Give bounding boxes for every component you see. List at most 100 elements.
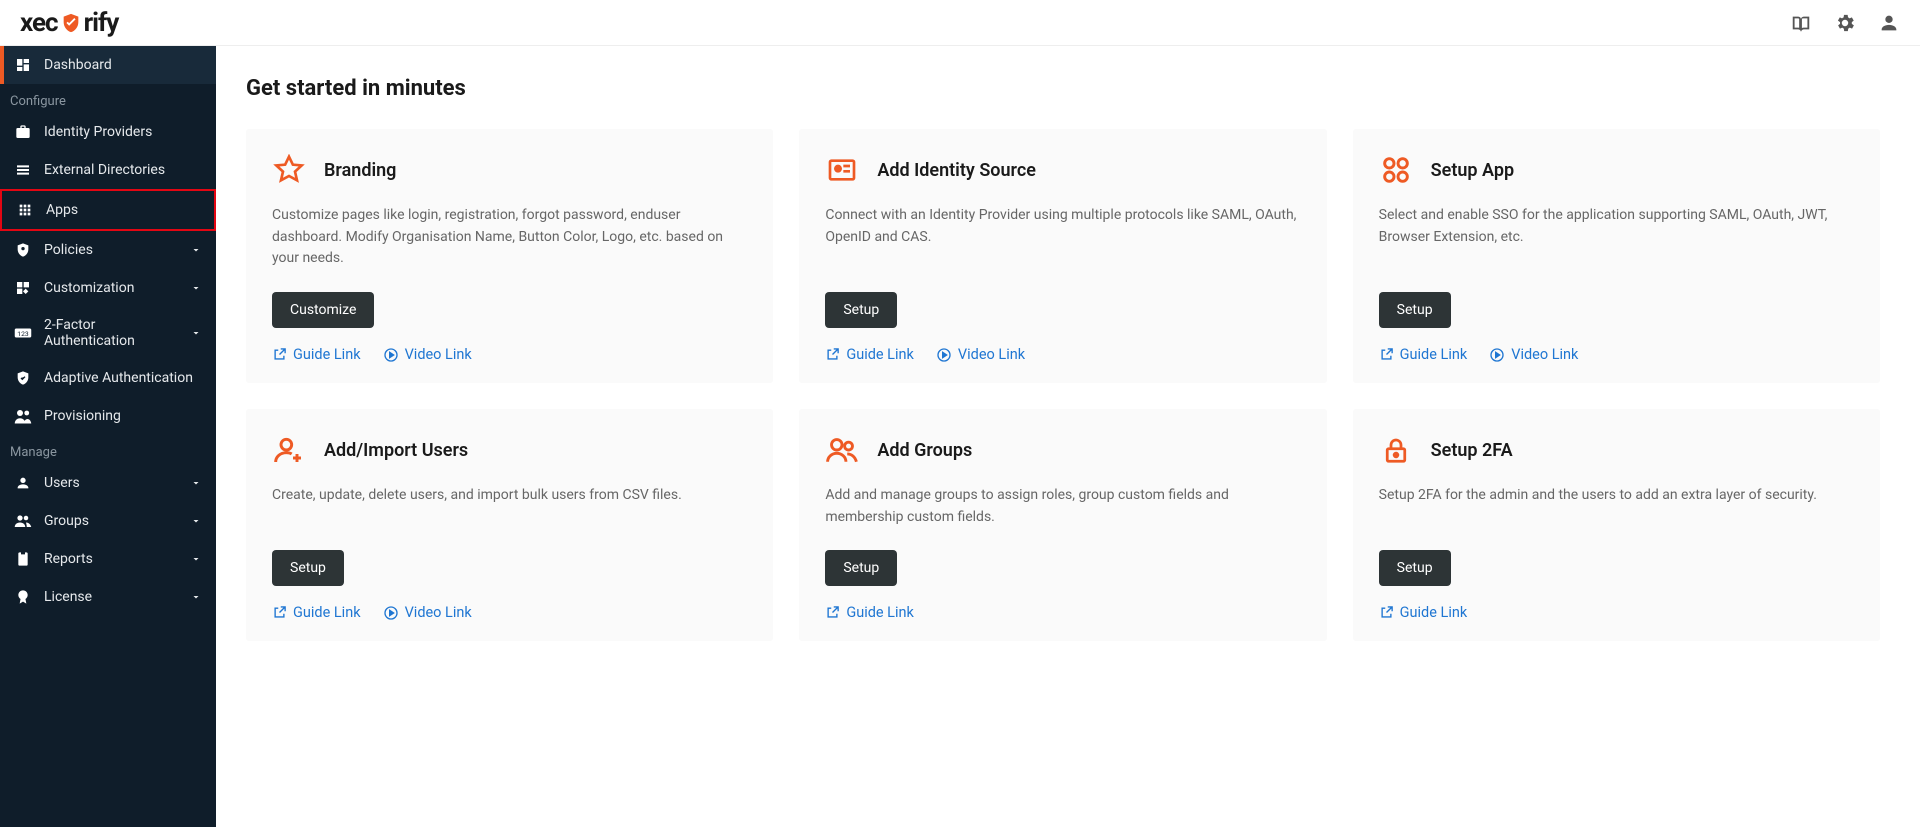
logo-part1: xec bbox=[20, 8, 58, 38]
card-desc: Setup 2FA for the admin and the users to… bbox=[1379, 485, 1854, 528]
card-identity-source: Add Identity Source Connect with an Iden… bbox=[799, 129, 1326, 383]
card-title: Setup App bbox=[1431, 160, 1514, 181]
sidebar-item-groups[interactable]: Groups bbox=[0, 502, 216, 540]
setup-button[interactable]: Setup bbox=[272, 550, 344, 586]
card-desc: Connect with an Identity Provider using … bbox=[825, 205, 1300, 270]
sidebar-item-label: Dashboard bbox=[44, 57, 202, 73]
video-link[interactable]: Video Link bbox=[383, 604, 472, 621]
card-title: Setup 2FA bbox=[1431, 440, 1513, 461]
top-icons bbox=[1790, 12, 1900, 34]
chevron-down-icon bbox=[190, 327, 202, 339]
logo-part2: rify bbox=[84, 8, 119, 38]
adaptive-icon bbox=[14, 369, 32, 387]
customize-button[interactable]: Customize bbox=[272, 292, 374, 328]
sidebar-item-label: Identity Providers bbox=[44, 124, 202, 140]
setup-button[interactable]: Setup bbox=[1379, 292, 1451, 328]
sidebar-item-label: Apps bbox=[46, 202, 200, 218]
book-icon[interactable] bbox=[1790, 12, 1812, 34]
guide-link[interactable]: Guide Link bbox=[1379, 604, 1468, 621]
add-user-icon bbox=[272, 433, 306, 467]
users-icon bbox=[14, 474, 32, 492]
sidebar-item-license[interactable]: License bbox=[0, 578, 216, 616]
sidebar-item-dashboard[interactable]: Dashboard bbox=[0, 46, 216, 84]
svg-text:123: 123 bbox=[17, 330, 29, 338]
card-title: Add Identity Source bbox=[877, 160, 1036, 181]
reports-icon bbox=[14, 550, 32, 568]
guide-link[interactable]: Guide Link bbox=[272, 346, 361, 363]
shield-icon bbox=[60, 12, 82, 34]
sidebar-item-label: Groups bbox=[44, 513, 178, 529]
sidebar-section-configure: Configure bbox=[0, 84, 216, 113]
sidebar-item-label: License bbox=[44, 589, 178, 605]
sidebar-item-label: Reports bbox=[44, 551, 178, 567]
groups-card-icon bbox=[825, 433, 859, 467]
identity-icon bbox=[14, 123, 32, 141]
chevron-down-icon bbox=[190, 553, 202, 565]
sidebar-item-label: External Directories bbox=[44, 162, 202, 178]
setup-app-icon bbox=[1379, 153, 1413, 187]
chevron-down-icon bbox=[190, 282, 202, 294]
chevron-down-icon bbox=[190, 244, 202, 256]
setup-button[interactable]: Setup bbox=[825, 292, 897, 328]
id-card-icon bbox=[825, 153, 859, 187]
card-desc: Add and manage groups to assign roles, g… bbox=[825, 485, 1300, 528]
chevron-down-icon bbox=[190, 591, 202, 603]
sidebar-item-adaptive-auth[interactable]: Adaptive Authentication bbox=[0, 359, 216, 397]
sidebar-item-label: Users bbox=[44, 475, 178, 491]
customization-icon bbox=[14, 279, 32, 297]
cards-grid: Branding Customize pages like login, reg… bbox=[246, 129, 1880, 641]
license-icon bbox=[14, 588, 32, 606]
card-setup-app: Setup App Select and enable SSO for the … bbox=[1353, 129, 1880, 383]
topbar: xec rify bbox=[0, 0, 1920, 46]
dashboard-icon bbox=[14, 56, 32, 74]
sidebar-item-apps[interactable]: Apps bbox=[0, 189, 216, 231]
guide-link[interactable]: Guide Link bbox=[825, 604, 914, 621]
sidebar: Dashboard Configure Identity Providers E… bbox=[0, 46, 216, 827]
video-link[interactable]: Video Link bbox=[1489, 346, 1578, 363]
chevron-down-icon bbox=[190, 477, 202, 489]
logo: xec rify bbox=[20, 8, 118, 38]
card-add-groups: Add Groups Add and manage groups to assi… bbox=[799, 409, 1326, 641]
sidebar-item-label: Provisioning bbox=[44, 408, 202, 424]
sidebar-item-label: Customization bbox=[44, 280, 178, 296]
setup-button[interactable]: Setup bbox=[1379, 550, 1451, 586]
sidebar-item-customization[interactable]: Customization bbox=[0, 269, 216, 307]
card-title: Branding bbox=[324, 160, 396, 181]
person-icon[interactable] bbox=[1878, 12, 1900, 34]
sidebar-item-label: 2-Factor Authentication bbox=[44, 317, 178, 349]
twofa-icon: 123 bbox=[14, 324, 32, 342]
sidebar-item-identity-providers[interactable]: Identity Providers bbox=[0, 113, 216, 151]
card-title: Add Groups bbox=[877, 440, 972, 461]
sidebar-item-reports[interactable]: Reports bbox=[0, 540, 216, 578]
sidebar-item-external-directories[interactable]: External Directories bbox=[0, 151, 216, 189]
chevron-down-icon bbox=[190, 515, 202, 527]
sidebar-item-policies[interactable]: Policies bbox=[0, 231, 216, 269]
card-desc: Create, update, delete users, and import… bbox=[272, 485, 747, 528]
card-add-users: Add/Import Users Create, update, delete … bbox=[246, 409, 773, 641]
main: Get started in minutes Branding Customiz… bbox=[216, 46, 1920, 827]
provisioning-icon bbox=[14, 407, 32, 425]
sidebar-section-manage: Manage bbox=[0, 435, 216, 464]
guide-link[interactable]: Guide Link bbox=[272, 604, 361, 621]
guide-link[interactable]: Guide Link bbox=[825, 346, 914, 363]
sidebar-item-users[interactable]: Users bbox=[0, 464, 216, 502]
setup-button[interactable]: Setup bbox=[825, 550, 897, 586]
star-icon bbox=[272, 153, 306, 187]
groups-icon bbox=[14, 512, 32, 530]
sidebar-item-label: Policies bbox=[44, 242, 178, 258]
apps-icon bbox=[16, 201, 34, 219]
page-title: Get started in minutes bbox=[246, 76, 1880, 101]
sidebar-item-provisioning[interactable]: Provisioning bbox=[0, 397, 216, 435]
guide-link[interactable]: Guide Link bbox=[1379, 346, 1468, 363]
card-title: Add/Import Users bbox=[324, 440, 468, 461]
layout: Dashboard Configure Identity Providers E… bbox=[0, 46, 1920, 827]
sidebar-item-label: Adaptive Authentication bbox=[44, 370, 202, 386]
lock-icon bbox=[1379, 433, 1413, 467]
video-link[interactable]: Video Link bbox=[936, 346, 1025, 363]
gear-icon[interactable] bbox=[1834, 12, 1856, 34]
sidebar-item-2fa[interactable]: 123 2-Factor Authentication bbox=[0, 307, 216, 359]
video-link[interactable]: Video Link bbox=[383, 346, 472, 363]
card-branding: Branding Customize pages like login, reg… bbox=[246, 129, 773, 383]
card-setup-2fa: Setup 2FA Setup 2FA for the admin and th… bbox=[1353, 409, 1880, 641]
card-desc: Customize pages like login, registration… bbox=[272, 205, 747, 270]
